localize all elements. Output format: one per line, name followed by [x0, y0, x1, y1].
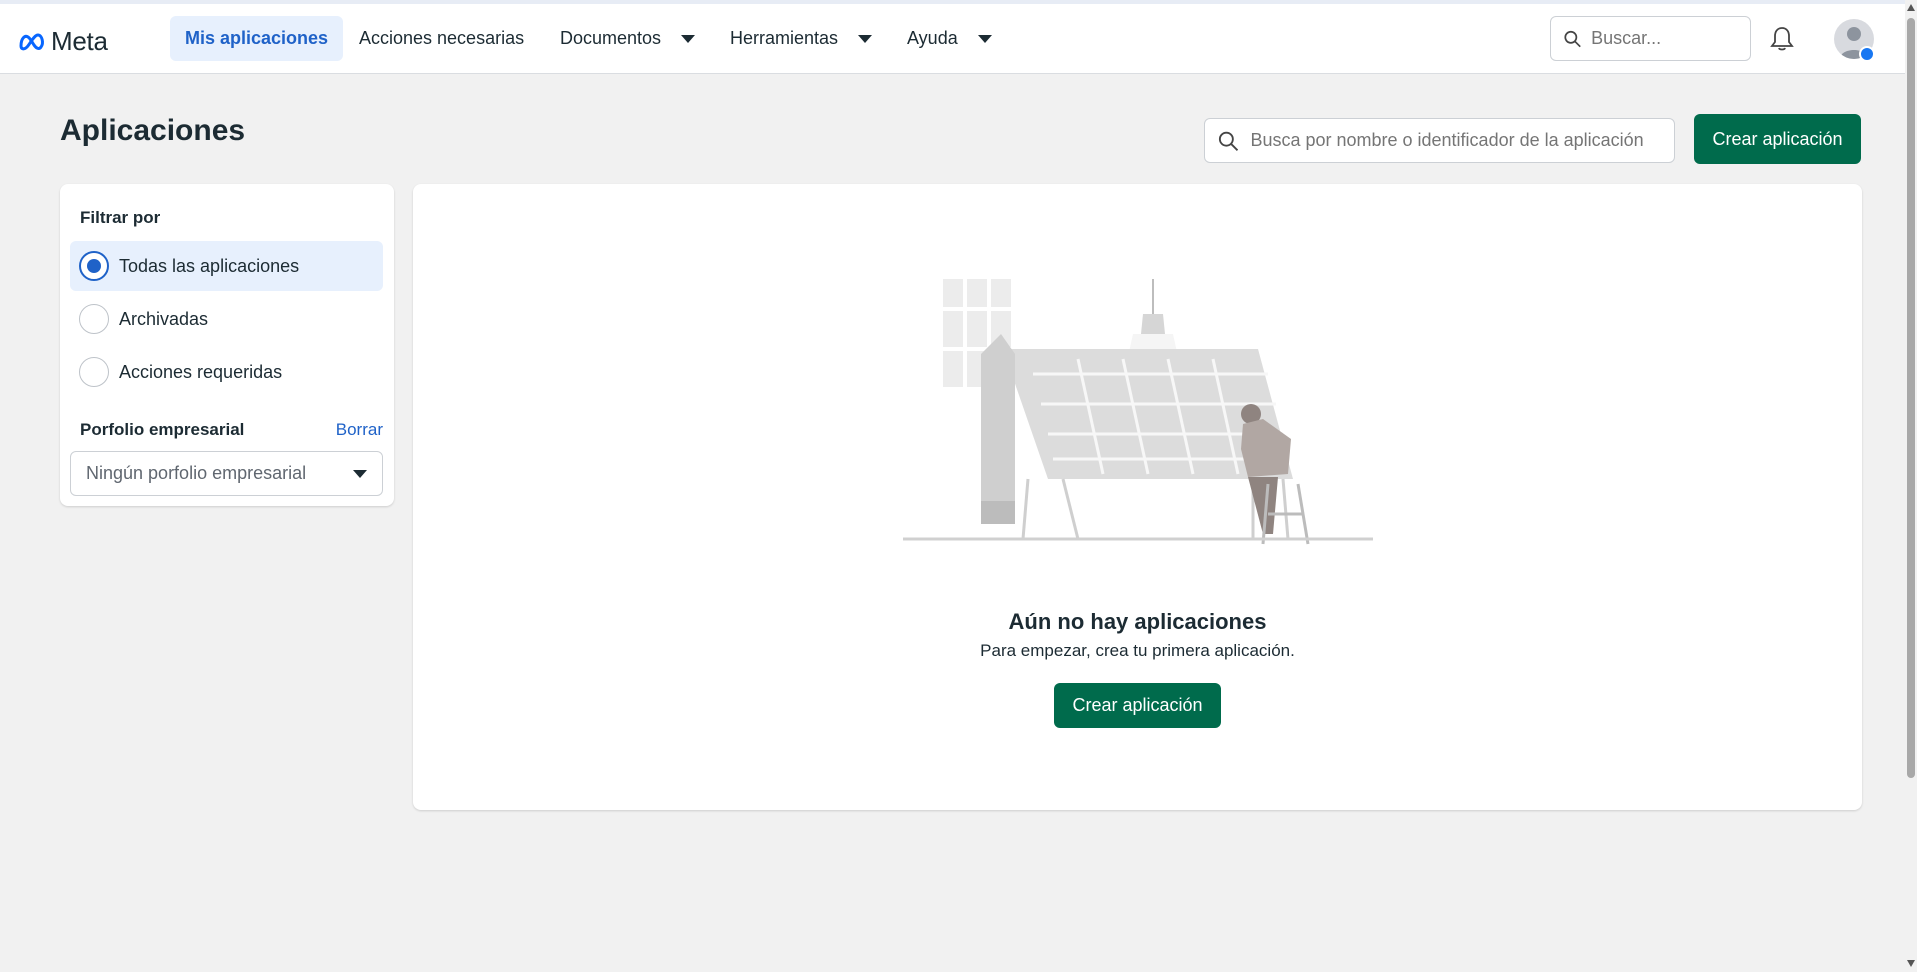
- nav-tools[interactable]: Herramientas: [715, 16, 887, 61]
- meta-logo-icon: [19, 32, 44, 50]
- nav-help[interactable]: Ayuda: [892, 16, 1007, 61]
- filter-option-required-actions[interactable]: Acciones requeridas: [70, 347, 383, 397]
- empty-state-title: Aún no hay aplicaciones: [1008, 609, 1267, 634]
- portfolio-select-value: Ningún porfolio empresarial: [86, 463, 307, 483]
- top-search-box[interactable]: [1550, 16, 1751, 61]
- filter-panel: Filtrar por Todas las aplicaciones Archi…: [60, 184, 394, 506]
- empty-state-subtitle: Para empezar, crea tu primera aplicación…: [980, 641, 1295, 660]
- top-navigation: Meta Mis aplicaciones Acciones necesaria…: [0, 0, 1905, 74]
- radio-icon[interactable]: [79, 304, 109, 334]
- brand-name: Meta: [51, 26, 108, 56]
- chevron-down-icon: [858, 34, 873, 43]
- page-scrollbar[interactable]: [1905, 0, 1917, 972]
- filter-option-label: Todas las aplicaciones: [119, 255, 300, 276]
- filter-option-all[interactable]: Todas las aplicaciones: [70, 241, 383, 291]
- nav-my-apps-label: Mis aplicaciones: [185, 28, 329, 48]
- filter-option-archived[interactable]: Archivadas: [70, 294, 383, 344]
- nav-documents-label: Documentos: [560, 28, 662, 48]
- nav-required-actions[interactable]: Acciones necesarias: [344, 16, 539, 61]
- clear-portfolio-link[interactable]: Borrar: [336, 420, 383, 440]
- page-title: Aplicaciones: [60, 114, 246, 147]
- nav-required-actions-label: Acciones necesarias: [359, 28, 525, 48]
- apps-search-box[interactable]: [1204, 118, 1675, 163]
- nav-tools-label: Herramientas: [730, 28, 839, 48]
- filter-option-label: Acciones requeridas: [119, 361, 283, 382]
- portfolio-label: Porfolio empresarial: [80, 420, 245, 439]
- radio-selected-icon[interactable]: [79, 251, 109, 281]
- portfolio-select[interactable]: Ningún porfolio empresarial: [70, 451, 383, 496]
- create-app-button-empty-state[interactable]: Crear aplicación: [1054, 683, 1221, 728]
- create-app-button[interactable]: Crear aplicación: [1694, 114, 1861, 164]
- bell-icon: [1770, 27, 1794, 51]
- chevron-down-icon: [681, 34, 696, 43]
- nav-my-apps[interactable]: Mis aplicaciones: [170, 16, 344, 61]
- search-icon: [1564, 30, 1581, 47]
- apps-list-card: Aún no hay aplicaciones Para empezar, cr…: [413, 184, 1862, 810]
- nav-help-label: Ayuda: [907, 28, 958, 48]
- chevron-down-icon: [353, 469, 367, 478]
- scrollbar-thumb[interactable]: [1907, 18, 1915, 778]
- top-search-input[interactable]: [1591, 28, 1750, 49]
- nav-documents[interactable]: Documentos: [545, 16, 710, 61]
- meta-logo[interactable]: Meta: [19, 26, 108, 57]
- chevron-down-icon: [977, 34, 992, 43]
- facebook-badge-icon: [1859, 46, 1875, 62]
- search-icon: [1218, 131, 1239, 151]
- scroll-down-arrow-icon[interactable]: [1907, 960, 1915, 967]
- radio-icon[interactable]: [79, 357, 109, 387]
- apps-search-input[interactable]: [1250, 130, 1674, 151]
- filter-heading: Filtrar por: [80, 208, 161, 227]
- scroll-up-arrow-icon[interactable]: [1907, 4, 1915, 11]
- notifications-button[interactable]: [1770, 26, 1794, 57]
- empty-apps-illustration: [903, 279, 1373, 545]
- filter-option-label: Archivadas: [119, 308, 209, 329]
